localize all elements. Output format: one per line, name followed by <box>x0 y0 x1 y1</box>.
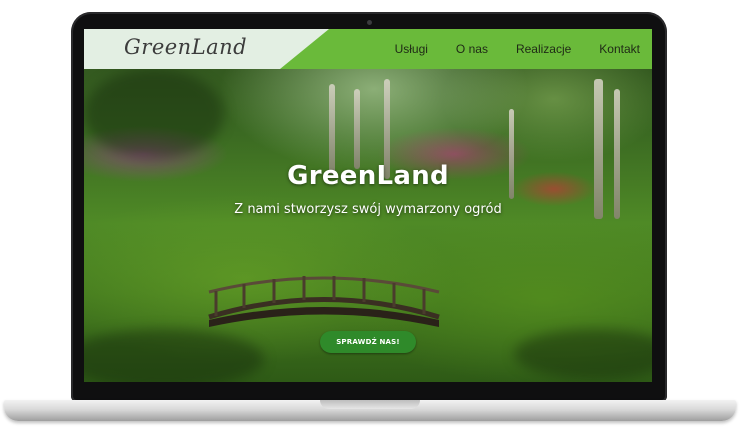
website-screen: GreenLand Usługi O nas Realizacje Kontak… <box>84 29 652 382</box>
nav-item-kontakt[interactable]: Kontakt <box>599 42 640 56</box>
nav-item-uslugi[interactable]: Usługi <box>395 42 428 56</box>
site-logo[interactable]: GreenLand <box>124 35 247 59</box>
hero-subtitle: Z nami stworzysz swój wymarzony ogród <box>234 202 502 217</box>
nav-item-realizacje[interactable]: Realizacje <box>516 42 571 56</box>
navbar: GreenLand Usługi O nas Realizacje Kontak… <box>84 29 652 69</box>
nav-menu: Usługi O nas Realizacje Kontakt <box>395 29 640 69</box>
nav-item-o-nas[interactable]: O nas <box>456 42 488 56</box>
cta-button[interactable]: SPRAWDŹ NAS! <box>320 331 416 353</box>
tree-trunk <box>354 89 360 169</box>
bridge-illustration <box>208 276 440 327</box>
laptop-base-notch <box>320 400 420 409</box>
camera-icon <box>367 20 372 25</box>
tree-trunk <box>594 79 603 219</box>
hero-title: GreenLand <box>287 161 449 191</box>
foliage-shadow <box>84 69 224 159</box>
tree-trunk <box>614 89 620 219</box>
